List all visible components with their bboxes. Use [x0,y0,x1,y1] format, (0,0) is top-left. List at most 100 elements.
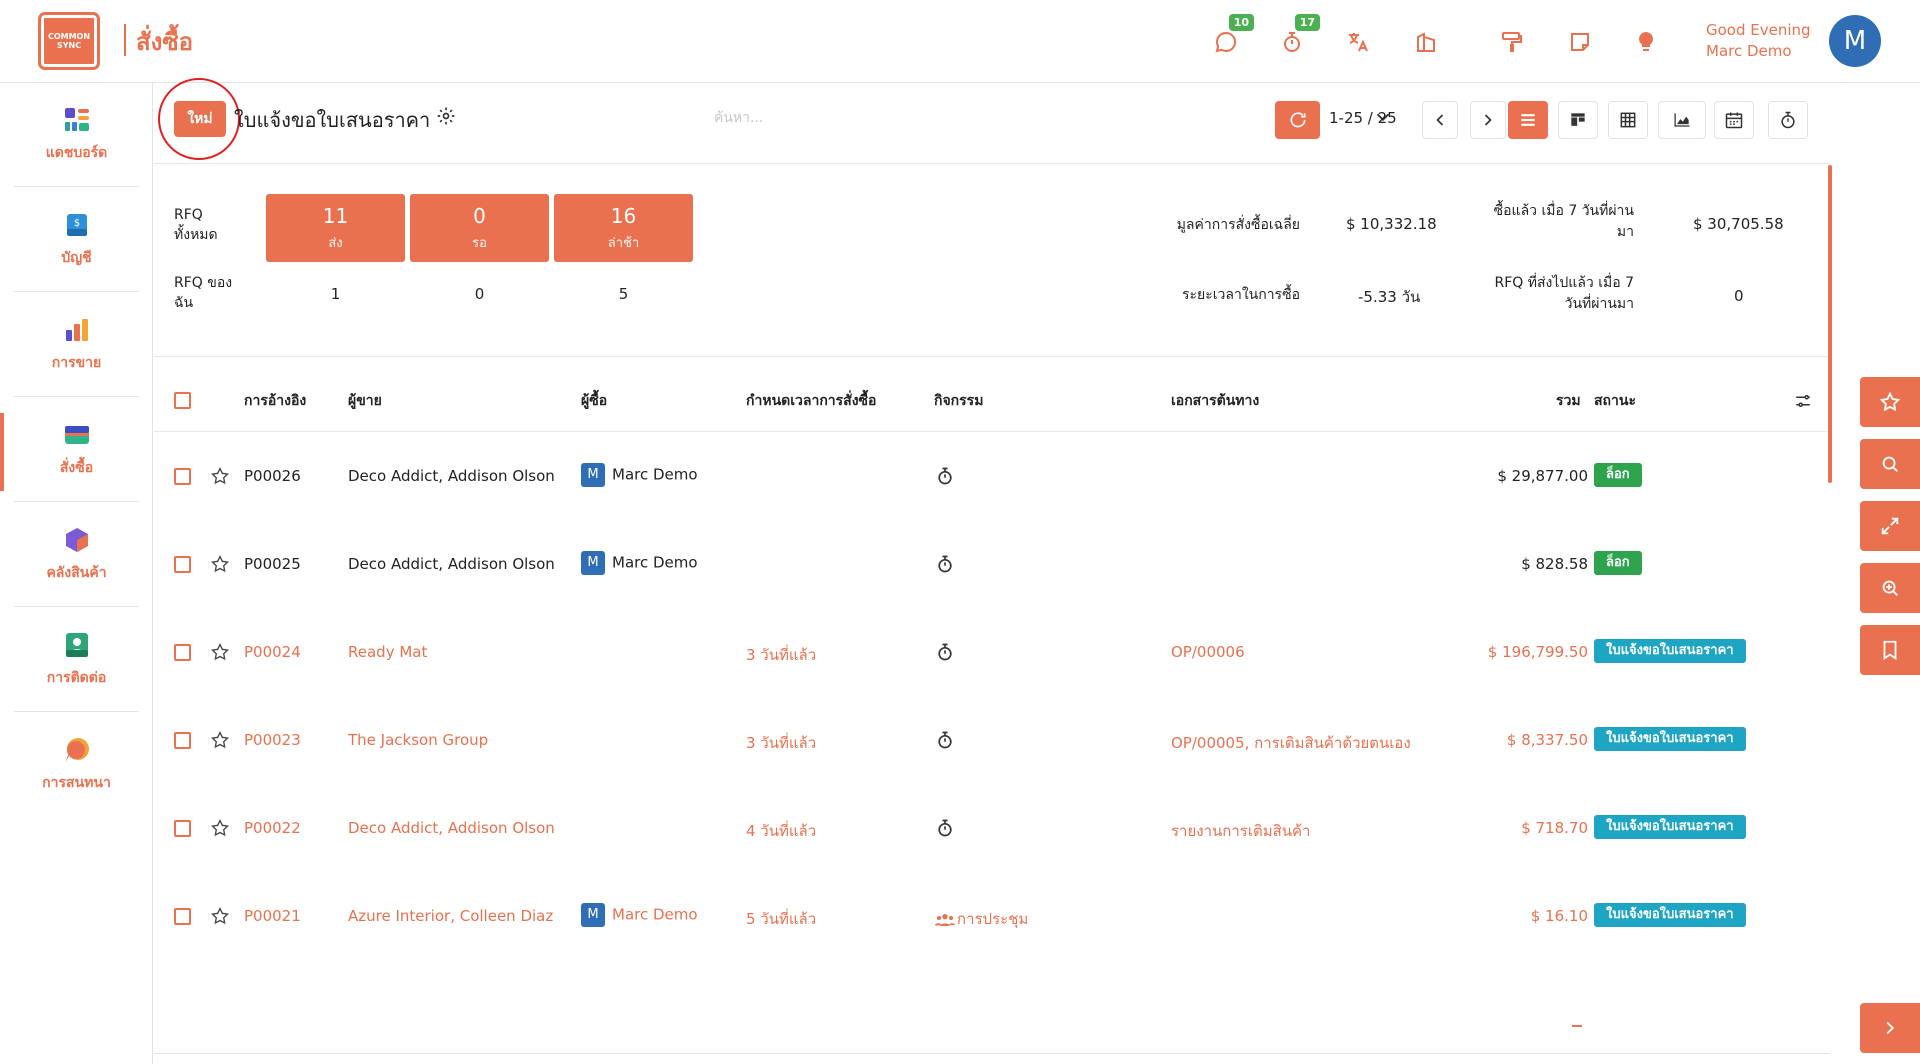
table-row[interactable]: P00023 The Jackson Group 3 วันที่แล้ว OP/00… [154,697,1830,785]
cell-vendor: Deco Addict, Addison Olson [348,467,555,485]
chevron-left-icon [1436,114,1444,126]
stopwatch-icon[interactable] [935,554,955,574]
stat-number: 16 [610,203,637,228]
star-icon[interactable] [210,730,230,750]
row-checkbox[interactable] [174,468,191,485]
star-icon[interactable] [210,906,230,926]
sidebar-item-dashboard[interactable]: แดชบอร์ด [14,83,139,187]
col-vendor[interactable]: ผู้ขาย [348,390,382,412]
stopwatch-icon[interactable] [935,730,955,750]
expand-panel-button[interactable] [1860,1003,1920,1053]
star-icon[interactable] [210,642,230,662]
sticky-note-icon [1571,33,1589,51]
stat-tile-late[interactable]: 16 ล่าช้า [554,194,693,262]
col-buyer[interactable]: ผู้ซื้อ [581,390,607,412]
col-activity[interactable]: กิจกรรม [934,390,983,412]
new-button[interactable]: ใหม่ [174,101,226,137]
column-settings-icon[interactable] [1794,392,1812,410]
list-view-button[interactable] [1508,101,1548,139]
search-icon [1882,456,1898,472]
stat-tile-waiting[interactable]: 0 รอ [410,194,549,262]
paint-button[interactable] [1494,24,1530,60]
my-sent-value[interactable]: 1 [266,285,405,303]
zoom-button[interactable] [1860,563,1920,613]
cell-total: $ 8,337.50 [1506,731,1588,749]
table-bottom-border [154,1053,1830,1054]
calendar-view-button[interactable] [1714,101,1754,139]
col-total[interactable]: รวม [1556,390,1581,412]
notes-button[interactable] [1562,24,1598,60]
my-rfq-label: RFQ ของฉัน [174,275,233,311]
col-deadline[interactable]: กำหนดเวลาการสั่งซื้อ [746,390,876,412]
row-checkbox[interactable] [174,908,191,925]
activities-button[interactable]: 17 [1274,14,1320,60]
cell-buyer: M Marc Demo [581,903,698,927]
sidebar-item-label: บัญชี [61,249,92,266]
stopwatch-icon[interactable] [935,466,955,486]
sidebar-item-inventory[interactable]: คลังสินค้า [14,503,139,607]
next-page-button[interactable] [1470,101,1506,139]
user-avatar[interactable]: M [1829,15,1881,67]
row-checkbox[interactable] [174,556,191,573]
sidebar-item-sales[interactable]: การขาย [14,293,139,397]
sidebar-item-purchase[interactable]: สั่งซื้อ [14,398,139,502]
star-icon[interactable] [210,554,230,574]
stopwatch-icon[interactable] [935,642,955,662]
cell-activity[interactable]: การประชุม [935,907,1028,931]
sidebar-item-discuss[interactable]: การสนทนา [14,713,139,817]
activity-view-button[interactable] [1768,101,1808,139]
expand-button[interactable] [1860,501,1920,551]
graph-view-button[interactable] [1658,101,1706,139]
stat-tile-sent[interactable]: 11 ส่ง [266,194,405,262]
refresh-icon [1290,112,1305,128]
tips-button[interactable] [1628,24,1664,60]
stopwatch-icon[interactable] [935,818,955,838]
rfq-sent-7d-value: 0 [1734,287,1744,305]
my-waiting-value[interactable]: 0 [410,285,549,303]
language-button[interactable] [1340,24,1376,60]
greeting-text: Good Evening [1706,21,1811,39]
kanban-view-button[interactable] [1558,101,1598,139]
stat-number: 0 [473,203,486,228]
rfq-sent-7d-label: RFQ ที่ส่งไปแล้ว เมื่อ 7 วันที่ผ่านมา [1444,273,1634,315]
company-button[interactable] [1408,24,1444,60]
user-name: Marc Demo [1706,42,1792,60]
app-logo[interactable]: COMMON SYNC [38,12,100,70]
gear-icon[interactable] [436,106,456,126]
col-source[interactable]: เอกสารต้นทาง [1171,390,1259,412]
table-row[interactable]: P00024 Ready Mat 3 วันที่แล้ว OP/00006 $ 196… [154,609,1830,697]
col-reference[interactable]: การอ้างอิง [244,390,306,412]
table-row[interactable]: P00025 Deco Addict, Addison Olson M Marc De… [154,521,1830,609]
avg-order-label: มูลค่าการสั่งซื้อเฉลี่ย [1176,217,1300,233]
row-checkbox[interactable] [174,820,191,837]
sidebar-item-contacts[interactable]: การติดต่อ [14,608,139,712]
search-button[interactable] [1860,439,1920,489]
bookmark-icon [1883,640,1897,660]
table-row[interactable]: P00021 Azure Interior, Colleen Diaz M Marc … [154,873,1830,961]
sidebar-item-accounting[interactable]: $ บัญชี [14,188,139,292]
star-icon[interactable] [210,466,230,486]
status-badge: ล็อก [1594,463,1642,487]
table-row[interactable]: P00022 Deco Addict, Addison Olson 4 วันที่… [154,785,1830,873]
favorites-button[interactable] [1860,377,1920,427]
bookmark-button[interactable] [1860,625,1920,675]
messages-button[interactable]: 10 [1208,14,1254,60]
table-row[interactable]: P00026 Deco Addict, Addison Olson M Marc De… [154,433,1830,521]
star-icon[interactable] [210,818,230,838]
pivot-view-button[interactable] [1608,101,1648,139]
scrollbar[interactable] [1828,165,1832,483]
row-checkbox[interactable] [174,732,191,749]
stat-number: 11 [322,203,349,228]
sidebar-item-label: การติดต่อ [46,669,107,686]
refresh-button[interactable] [1275,101,1320,139]
cell-source: OP/00005, การเติมสินค้าด้วยตนเอง [1171,734,1411,752]
status-badge: ล็อก [1594,551,1642,575]
select-all-checkbox[interactable] [174,392,191,409]
row-checkbox[interactable] [174,644,191,661]
accounting-icon: $ [66,213,87,236]
previous-page-button[interactable] [1422,101,1458,139]
pager-value[interactable]: 1-25 / 25 [1329,109,1397,127]
my-late-value[interactable]: 5 [554,285,693,303]
buyer-avatar: M [581,551,605,575]
col-status[interactable]: สถานะ [1594,390,1636,412]
